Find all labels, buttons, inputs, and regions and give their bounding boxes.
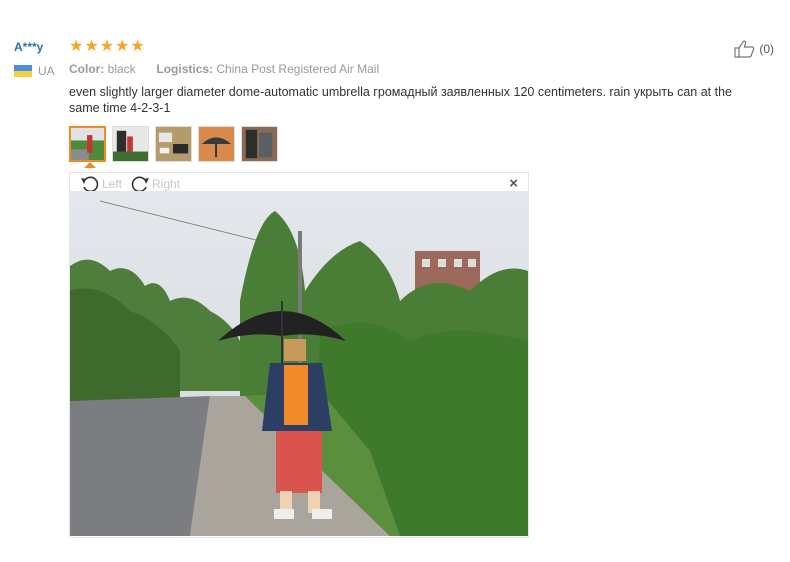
reviewer-name[interactable]: A***y (14, 40, 43, 54)
rotate-right-label: Right (152, 177, 181, 191)
review-photo-thumbnail[interactable] (241, 126, 278, 162)
logistics-label: Logistics: (156, 62, 214, 76)
logistics-value: China Post Registered Air Mail (216, 62, 380, 76)
photo-viewer: Left Right × (69, 172, 529, 538)
review-text: even slightly larger diameter dome-autom… (69, 85, 732, 115)
country-code: UA (38, 64, 55, 78)
review-photo (70, 191, 528, 536)
review-photo-thumbnail[interactable] (155, 126, 192, 162)
color-label: Color: (69, 62, 105, 76)
reviewer-country: UA (14, 64, 55, 78)
order-attributes: Color: black Logistics: China Post Regis… (69, 62, 379, 76)
helpful-count: (0) (759, 42, 774, 56)
review-photo-thumbnail[interactable] (112, 126, 149, 162)
thumbnail-selection-pointer (84, 162, 96, 168)
review-photo-thumbnail[interactable] (69, 126, 106, 162)
rotate-left-label: Left (102, 177, 123, 191)
review-photo-thumbnail[interactable] (198, 126, 235, 162)
star-icon: ★ (84, 38, 99, 55)
star-icon: ★ (69, 38, 84, 55)
ua-flag-icon (14, 65, 32, 77)
star-icon: ★ (115, 38, 130, 55)
photo-thumbnails (69, 126, 278, 162)
star-rating: ★ ★ ★ ★ ★ (69, 38, 145, 56)
color-value: black (107, 62, 136, 76)
helpful-button[interactable]: (0) (734, 40, 774, 58)
thumbs-up-icon (734, 40, 755, 58)
star-icon: ★ (99, 38, 115, 55)
star-icon: ★ (130, 38, 145, 55)
